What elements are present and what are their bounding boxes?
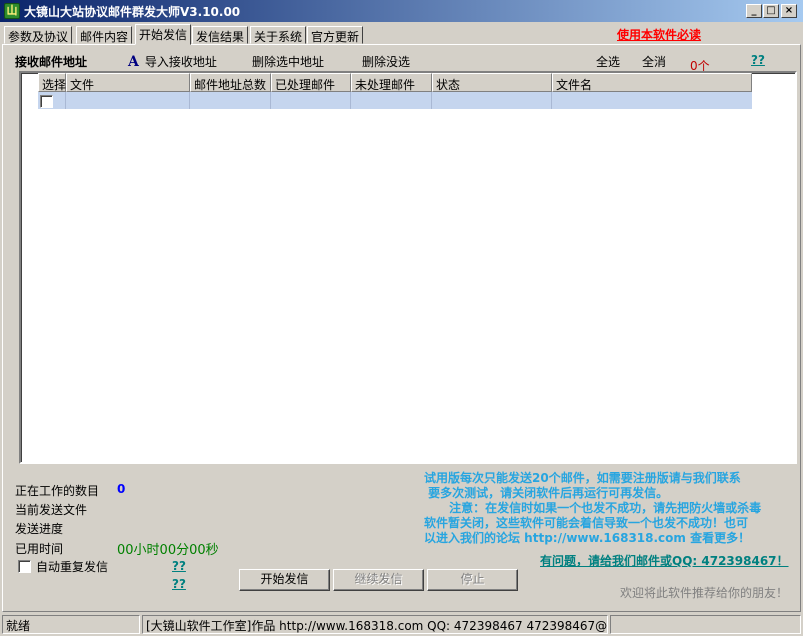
tab-params[interactable]: 参数及协议 (4, 26, 73, 44)
column-header-status[interactable]: 状态 (432, 73, 552, 92)
row-cell-processed (271, 92, 351, 109)
app-logo-icon: 山 (4, 3, 20, 19)
notice-line: 软件暂关闭，这些软件可能会着信导致一个也发不成功！也可 (424, 516, 749, 530)
row-cell-file (66, 92, 190, 109)
start-send-button[interactable]: 开始发信 (239, 569, 330, 591)
working-count-value: 0 (117, 482, 126, 496)
progress-label: 发送进度 (15, 522, 64, 536)
tab-start-send[interactable]: 开始发信 (135, 24, 192, 45)
notice-line: 注意：在发信时如果一个也发不成功，请先把防火墙或杀毒 (424, 501, 762, 515)
recommend-text: 欢迎将此软件推荐给你的朋友！ (620, 586, 789, 600)
tab-official-update[interactable]: 官方更新 (307, 26, 364, 44)
credit-text: [大镜山软件工作室]作品 http://www.168318.com QQ: 4… (142, 615, 608, 634)
must-read-link[interactable]: 使用本软件必读 (617, 26, 701, 43)
continue-send-button[interactable]: 继续发信 (333, 569, 424, 591)
status-pane-empty (610, 615, 801, 634)
notice-line: 以进入我们的论坛 http://www.168318.com 查看更多！ (424, 531, 751, 545)
column-header-unprocessed[interactable]: 未处理邮件 (351, 73, 432, 92)
tab-send-results[interactable]: 发信结果 (192, 26, 249, 44)
section-title: 接收邮件地址 (15, 55, 88, 69)
column-header-total[interactable]: 邮件地址总数 (190, 73, 271, 92)
notice-line: 试用版每次只能发送20个邮件，如需要注册版请与我们联系 (424, 471, 741, 485)
status-text: 就绪 (2, 615, 140, 634)
working-count-label: 正在工作的数目 (15, 484, 100, 498)
help-link-1[interactable]: ?? (172, 559, 186, 573)
import-icon: A (128, 54, 139, 70)
contact-qq-link[interactable]: 有问题，请给我们邮件或QQ: 472398467！ (540, 552, 789, 569)
status-bar: 就绪 [大镜山软件工作室]作品 http://www.168318.com QQ… (0, 613, 803, 636)
elapsed-label: 已用时间 (15, 542, 64, 556)
title-bar: 山 大镜山大站协议邮件群发大师V3.10.00 _ □ × (0, 0, 803, 22)
import-address-button[interactable]: A 导入接收地址 (128, 53, 217, 70)
help-link-2[interactable]: ?? (172, 577, 186, 591)
column-header-file[interactable]: 文件 (66, 73, 190, 92)
current-file-label: 当前发送文件 (15, 503, 88, 517)
column-header-filename[interactable]: 文件名 (552, 73, 752, 92)
row-cell-unprocessed (351, 92, 432, 109)
column-header-processed[interactable]: 已处理邮件 (271, 73, 351, 92)
select-all-button[interactable]: 全选 (596, 53, 620, 70)
window-title: 大镜山大站协议邮件群发大师V3.10.00 (24, 5, 241, 19)
auto-repeat-checkbox[interactable]: 自动重复发信 (18, 558, 108, 575)
credit-value: [大镜山软件工作室]作品 http://www.168318.com QQ: 4… (146, 619, 608, 633)
toolbar-help-link[interactable]: ?? (751, 53, 765, 67)
notice-line: 要多次测试，请关闭软件后再运行可再发信。 (424, 486, 669, 500)
deselect-all-button[interactable]: 全消 (642, 53, 666, 70)
column-header-select[interactable]: 选择 (38, 73, 66, 92)
delete-selected-button[interactable]: 删除选中地址 (252, 53, 324, 70)
tab-about[interactable]: 关于系统 (250, 26, 307, 44)
auto-repeat-label: 自动重复发信 (36, 560, 109, 574)
row-cell-total (190, 92, 271, 109)
address-list[interactable]: 选择 文件 邮件地址总数 已处理邮件 未处理邮件 状态 文件名 (19, 71, 797, 464)
checkbox-box[interactable] (18, 560, 31, 573)
tab-mail-content[interactable]: 邮件内容 (76, 26, 133, 44)
row-cell-status (432, 92, 552, 109)
import-label: 导入接收地址 (144, 55, 217, 69)
row-select-checkbox[interactable] (40, 95, 53, 108)
stop-button[interactable]: 停止 (427, 569, 518, 591)
trial-notice: 试用版每次只能发送20个邮件，如需要注册版请与我们联系 要多次测试，请关闭软件后… (424, 471, 772, 546)
close-button[interactable]: × (781, 4, 797, 18)
elapsed-value: 00小时00分00秒 (117, 543, 219, 558)
row-cell-filename (552, 92, 752, 109)
maximize-button[interactable]: □ (763, 4, 779, 18)
table-row[interactable] (38, 92, 752, 109)
minimize-button[interactable]: _ (746, 4, 762, 18)
delete-unselected-button[interactable]: 删除没选 (362, 53, 410, 70)
